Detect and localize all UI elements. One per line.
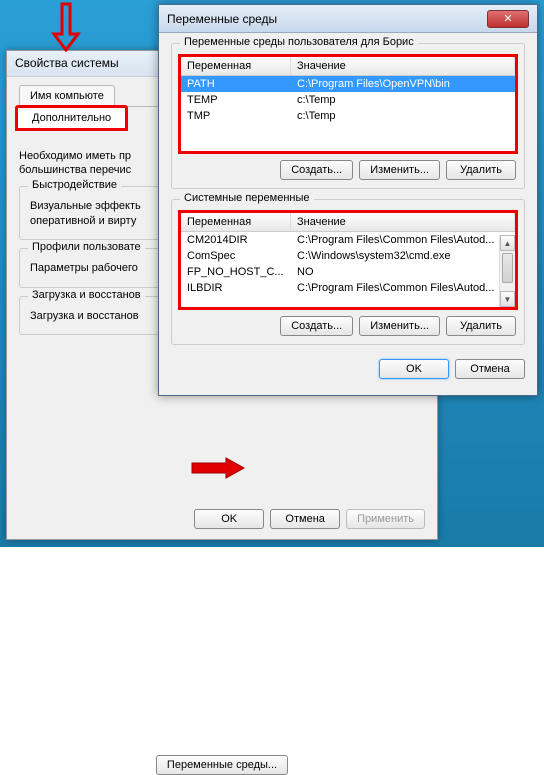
cell-value: C:\Program Files\Common Files\Autod... xyxy=(291,281,515,295)
col-value[interactable]: Значение xyxy=(291,213,515,231)
table-row[interactable]: TMPc:\Temp xyxy=(181,108,515,124)
environment-variables-button[interactable]: Переменные среды... xyxy=(156,755,288,775)
envdlg-titlebar: Переменные среды ✕ xyxy=(159,5,537,33)
sysprops-ok-button[interactable]: OK xyxy=(194,509,264,529)
annotation-arrow-down xyxy=(48,2,84,52)
close-icon[interactable]: ✕ xyxy=(487,10,529,28)
cell-value: c:\Temp xyxy=(291,93,515,107)
user-new-button[interactable]: Создать... xyxy=(280,160,353,180)
sys-edit-button[interactable]: Изменить... xyxy=(359,316,440,336)
group-profiles-title: Профили пользовате xyxy=(28,241,145,253)
envdlg-footer: OK Отмена xyxy=(171,355,525,385)
table-row[interactable]: CM2014DIRC:\Program Files\Common Files\A… xyxy=(181,232,515,248)
user-variables-list[interactable]: Переменная Значение PATHC:\Program Files… xyxy=(180,56,516,152)
table-row[interactable]: ComSpecC:\Windows\system32\cmd.exe xyxy=(181,248,515,264)
tab-advanced[interactable]: Дополнительно xyxy=(15,105,128,131)
cell-variable: TMP xyxy=(181,109,291,123)
group-boot-title: Загрузка и восстанов xyxy=(28,289,145,301)
cell-value: c:\Temp xyxy=(291,109,515,123)
cell-variable: ILBDIR xyxy=(181,281,291,295)
cell-value: C:\Windows\system32\cmd.exe xyxy=(291,249,515,263)
system-variables-title: Системные переменные xyxy=(180,192,314,204)
annotation-arrow-right xyxy=(190,456,248,480)
sys-new-button[interactable]: Создать... xyxy=(280,316,353,336)
sys-delete-button[interactable]: Удалить xyxy=(446,316,516,336)
col-value[interactable]: Значение xyxy=(291,57,515,75)
cell-variable: FP_NO_HOST_C... xyxy=(181,265,291,279)
group-performance-title: Быстродействие xyxy=(28,179,121,191)
cell-value: C:\Program Files\Common Files\Autod... xyxy=(291,233,515,247)
user-list-header[interactable]: Переменная Значение xyxy=(181,57,515,76)
cell-variable: ComSpec xyxy=(181,249,291,263)
cell-value: NO xyxy=(291,265,515,279)
cell-variable: CM2014DIR xyxy=(181,233,291,247)
col-variable[interactable]: Переменная xyxy=(181,57,291,75)
user-variables-section: Переменные среды пользователя для Борис … xyxy=(171,43,525,189)
sysprops-footer: OK Отмена Применить xyxy=(194,509,425,529)
scroll-up-icon[interactable]: ▲ xyxy=(500,235,515,251)
sys-list-header[interactable]: Переменная Значение xyxy=(181,213,515,232)
scroll-thumb[interactable] xyxy=(502,253,513,283)
user-variables-title: Переменные среды пользователя для Борис xyxy=(180,36,418,48)
envdlg-title-text: Переменные среды xyxy=(167,12,277,26)
scroll-down-icon[interactable]: ▼ xyxy=(500,291,515,307)
table-row[interactable]: TEMPc:\Temp xyxy=(181,92,515,108)
user-edit-button[interactable]: Изменить... xyxy=(359,160,440,180)
table-row[interactable]: PATHC:\Program Files\OpenVPN\bin xyxy=(181,76,515,92)
cell-value: C:\Program Files\OpenVPN\bin xyxy=(291,77,515,91)
sysprops-cancel-button[interactable]: Отмена xyxy=(270,509,340,529)
sys-scrollbar[interactable]: ▲ ▼ xyxy=(499,235,515,307)
tab-computer-name[interactable]: Имя компьюте xyxy=(19,85,115,106)
system-variables-list[interactable]: Переменная Значение CM2014DIRC:\Program … xyxy=(180,212,516,308)
envdlg-cancel-button[interactable]: Отмена xyxy=(455,359,525,379)
envdlg-ok-button[interactable]: OK xyxy=(379,359,449,379)
cell-variable: PATH xyxy=(181,77,291,91)
user-delete-button[interactable]: Удалить xyxy=(446,160,516,180)
cell-variable: TEMP xyxy=(181,93,291,107)
system-variables-section: Системные переменные Переменная Значение… xyxy=(171,199,525,345)
sysprops-apply-button[interactable]: Применить xyxy=(346,509,425,529)
table-row[interactable]: FP_NO_HOST_C...NO xyxy=(181,264,515,280)
col-variable[interactable]: Переменная xyxy=(181,213,291,231)
environment-variables-dialog: Переменные среды ✕ Переменные среды поль… xyxy=(158,4,538,396)
sysprops-title-text: Свойства системы xyxy=(15,56,119,70)
table-row[interactable]: ILBDIRC:\Program Files\Common Files\Auto… xyxy=(181,280,515,296)
